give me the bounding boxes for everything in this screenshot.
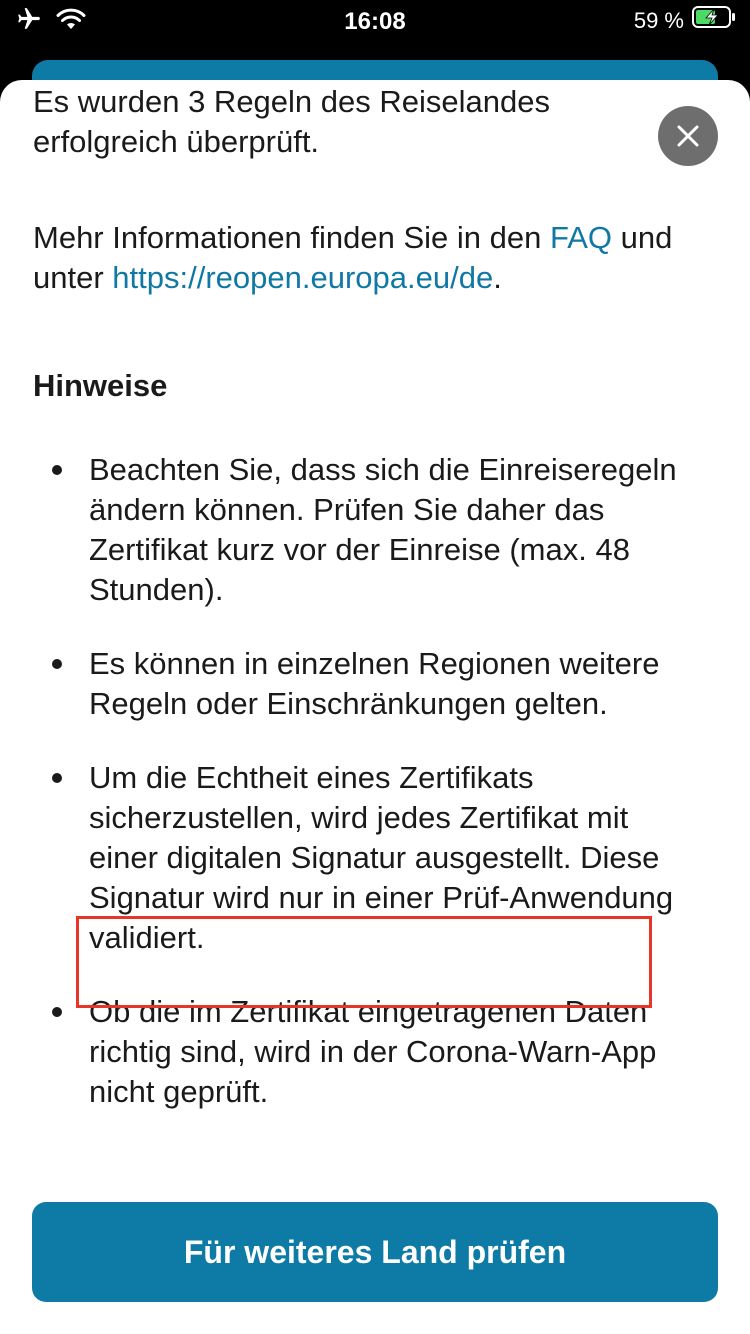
reopen-europa-link[interactable]: https://reopen.europa.eu/de	[112, 260, 493, 295]
hint-text: Es können in einzelnen Regionen weitere …	[89, 646, 660, 721]
rules-check-summary: Es wurden 3 Regeln des Reiselandes erfol…	[33, 84, 550, 159]
bullet-dot	[52, 465, 62, 475]
faq-link[interactable]: FAQ	[550, 220, 612, 255]
more-info-paragraph: Mehr Informationen finden Sie in den FAQ…	[33, 218, 723, 298]
close-icon	[677, 125, 699, 147]
battery-percent: 59 %	[633, 7, 684, 33]
check-another-country-button[interactable]: Für weiteres Land prüfen	[32, 1202, 718, 1302]
hint-text: Ob die im Zertifikat eingetragenen Daten…	[89, 994, 657, 1109]
rules-result-sheet: Es wurden 3 Regeln des Reiselandes erfol…	[0, 80, 750, 1334]
hint-text: Beachten Sie, dass sich die Einreiserege…	[89, 452, 677, 607]
bullet-dot	[52, 1007, 62, 1017]
status-bar: 16:08 59 %	[0, 0, 750, 40]
signature-highlight-box	[76, 916, 652, 1008]
hints-heading: Hinweise	[33, 368, 168, 403]
hints-list: Beachten Sie, dass sich die Einreiserege…	[0, 450, 750, 1146]
bullet-dot	[52, 659, 62, 669]
list-item: Es können in einzelnen Regionen weitere …	[52, 644, 689, 724]
battery-charging-icon	[692, 6, 736, 35]
more-info-suffix: .	[493, 260, 502, 295]
list-item: Ob die im Zertifikat eingetragenen Daten…	[52, 992, 689, 1112]
list-item: Beachten Sie, dass sich die Einreiserege…	[52, 450, 689, 610]
more-info-prefix: Mehr Informationen finden Sie in den	[33, 220, 550, 255]
close-button[interactable]	[658, 106, 718, 166]
bullet-dot	[52, 773, 62, 783]
